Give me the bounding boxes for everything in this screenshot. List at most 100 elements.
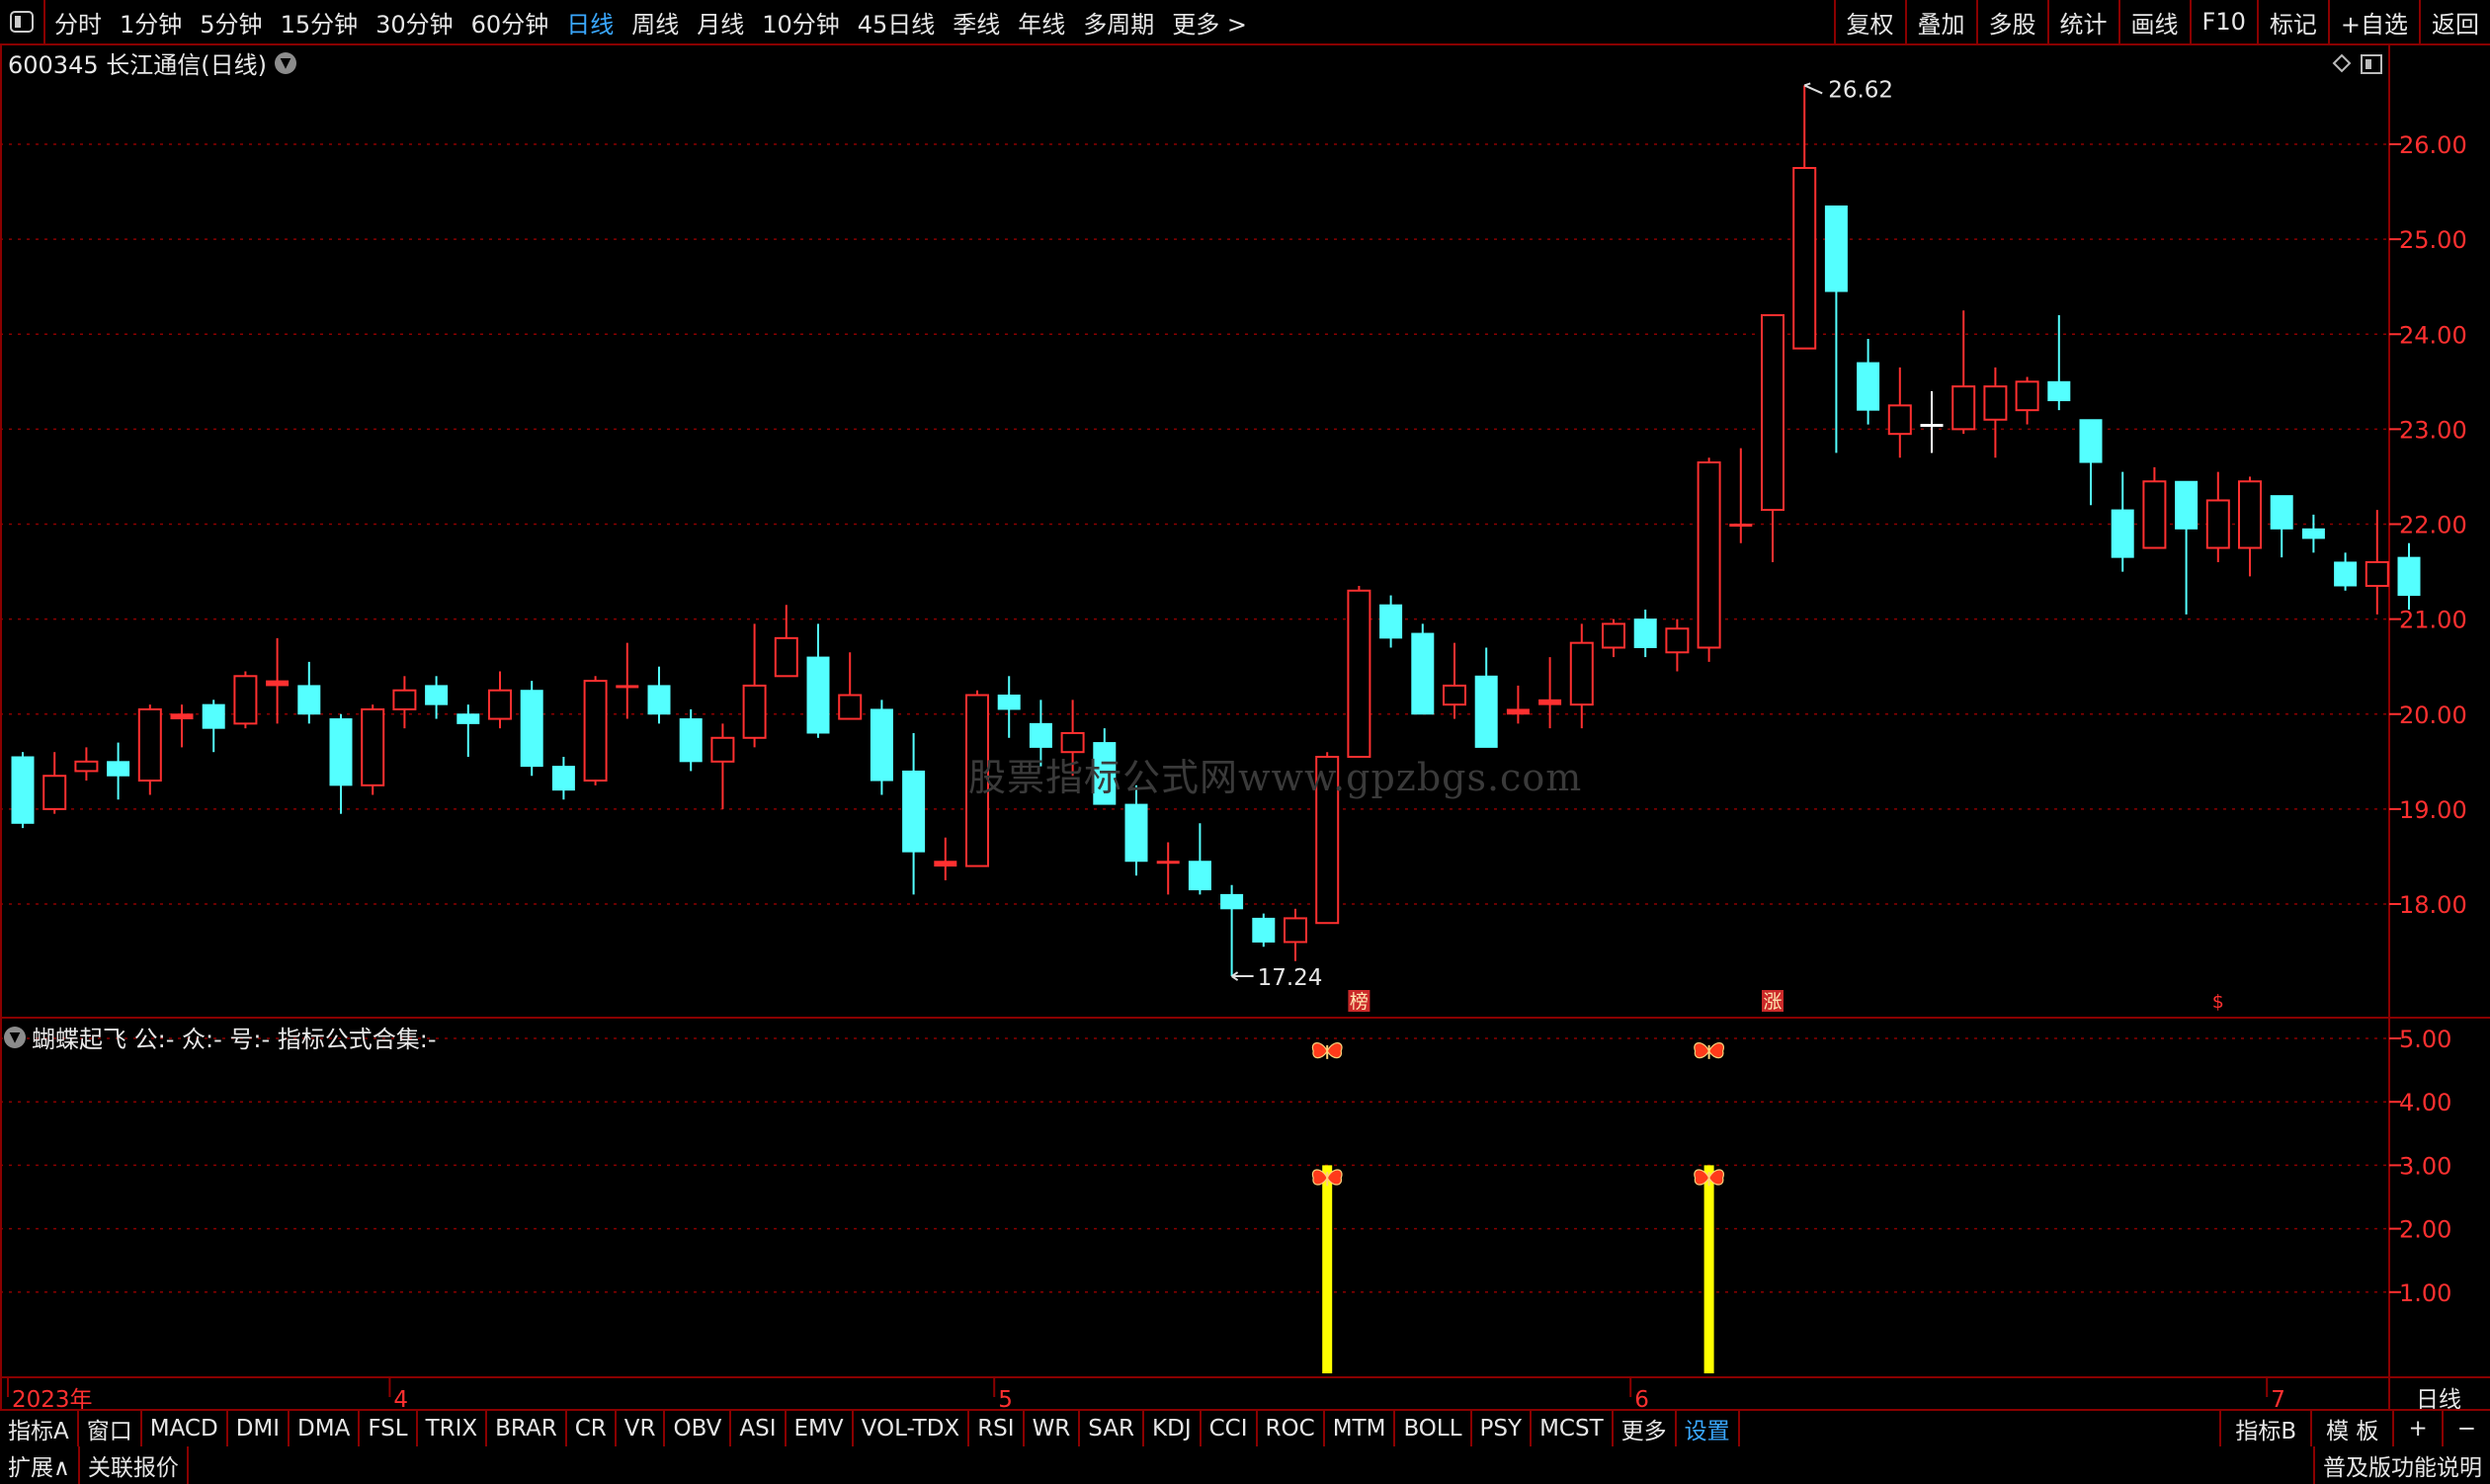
- candle: [679, 708, 703, 772]
- chart-area[interactable]: 26.00 25.00 24.00 23.00 22.00 21.00 20.00 19.00…: [0, 45, 2490, 1409]
- period-tab[interactable]: 更多 >: [1163, 0, 1256, 43]
- candle: [997, 676, 1021, 738]
- indicator-tab[interactable]: DMI: [228, 1411, 290, 1446]
- toolbar-button[interactable]: 多股: [1975, 0, 2047, 43]
- candle: [1347, 585, 1371, 759]
- indicator-tab[interactable]: 更多: [1614, 1411, 1677, 1446]
- butterfly-icon: [1694, 1169, 1724, 1187]
- status-button[interactable]: 扩展∧: [0, 1446, 80, 1484]
- candle-body: [2047, 380, 2071, 402]
- candle: [583, 676, 608, 785]
- candle-body: [679, 718, 703, 763]
- indicator-tab[interactable]: VOL-TDX: [854, 1411, 970, 1446]
- indicator-tab[interactable]: FSL: [360, 1411, 418, 1446]
- candle-body: [1347, 589, 1371, 759]
- period-tab[interactable]: 15分钟: [272, 0, 368, 43]
- toolbar-button[interactable]: F10: [2189, 0, 2257, 43]
- indicator-tab[interactable]: MCST: [1532, 1411, 1614, 1446]
- candle: [1729, 448, 1753, 543]
- indicator-tab[interactable]: PSY: [1472, 1411, 1533, 1446]
- butterfly-icon: [1311, 1041, 1343, 1059]
- event-marker: 榜: [1350, 991, 1369, 1013]
- toolbar-button[interactable]: 标记: [2256, 0, 2328, 43]
- indicator-tab[interactable]: MACD: [142, 1411, 228, 1446]
- period-tab[interactable]: 30分钟: [367, 0, 462, 43]
- indicator-tabs-bar: 指标A 窗口 MACD DMI DMA FSL TRIX BRAR CR VR OBV ASI EMV V…: [0, 1409, 2490, 1448]
- period-tab[interactable]: 1分钟: [111, 0, 191, 43]
- toolbar-button[interactable]: 复权: [1833, 0, 1905, 43]
- indicator-tab[interactable]: KDJ: [1144, 1411, 1202, 1446]
- period-tab[interactable]: 60分钟: [462, 0, 558, 43]
- candle: [1920, 390, 1944, 453]
- indicator-tab[interactable]: BRAR: [487, 1411, 567, 1446]
- toolbar-button[interactable]: 画线: [2117, 0, 2190, 43]
- toolbar-button[interactable]: +自选: [2327, 0, 2419, 43]
- candle: [1252, 913, 1276, 948]
- low-label: 17.24: [1258, 965, 1323, 991]
- y-tick-label: 19.00: [2399, 796, 2467, 824]
- indicator-tab[interactable]: VR: [617, 1411, 666, 1446]
- indicator-tab[interactable]: DMA: [290, 1411, 361, 1446]
- indicator-tab[interactable]: ASI: [731, 1411, 787, 1446]
- candle-body: [42, 775, 67, 810]
- candle-body: [1761, 314, 1784, 512]
- candle: [170, 704, 194, 748]
- period-tab[interactable]: 月线: [688, 0, 753, 43]
- candle-body: [583, 680, 608, 783]
- candle: [488, 671, 512, 729]
- period-tab[interactable]: 45日线: [849, 0, 945, 43]
- period-tab[interactable]: 季线: [944, 0, 1009, 43]
- toolbar-button[interactable]: 叠加: [1904, 0, 1976, 43]
- indicator-tab[interactable]: EMV: [787, 1411, 854, 1446]
- butterfly-wing: [1326, 1041, 1343, 1059]
- indicator-tab[interactable]: 指标A: [0, 1411, 79, 1446]
- indicator-tool-button[interactable]: 指标B: [2219, 1411, 2310, 1446]
- candle-body: [742, 684, 767, 739]
- period-tab[interactable]: 日线: [557, 0, 622, 43]
- period-toolbar: 分时 1分钟 5分钟 15分钟 30分钟 60分钟 日线 周线 月线 10分钟 45日线 季线 年线 多周…: [0, 0, 2490, 45]
- toolbar-right: 复权 叠加 多股 统计 画线 F10 标记 +自选 返回: [1833, 0, 2490, 43]
- indicator-tab[interactable]: TRIX: [418, 1411, 488, 1446]
- candle-body: [1633, 618, 1657, 648]
- help-link[interactable]: 普及版功能说明: [2313, 1446, 2490, 1484]
- candle-body: [488, 689, 512, 720]
- candle-body: [2334, 561, 2358, 587]
- window-icon-inner: [2366, 59, 2371, 69]
- toolbar-button[interactable]: 统计: [2046, 0, 2118, 43]
- sidebar-toggle-icon[interactable]: [0, 0, 43, 43]
- indicator-tab[interactable]: SAR: [1080, 1411, 1145, 1446]
- indicator-tab[interactable]: BOLL: [1395, 1411, 1472, 1446]
- period-tab[interactable]: 周线: [622, 0, 688, 43]
- candle-body: [202, 703, 225, 729]
- indicator-tab[interactable]: WR: [1025, 1411, 1081, 1446]
- period-tab[interactable]: 多周期: [1074, 0, 1163, 43]
- period-tab[interactable]: 5分钟: [191, 0, 271, 43]
- candle-body: [1411, 632, 1435, 715]
- indicator-tab[interactable]: 窗口: [79, 1411, 142, 1446]
- period-tab[interactable]: 年线: [1009, 0, 1074, 43]
- x-tick-label: 5: [998, 1387, 1013, 1409]
- indicator-tab[interactable]: ROC: [1258, 1411, 1325, 1446]
- indicator-tab[interactable]: CCI: [1202, 1411, 1258, 1446]
- indicator-tab[interactable]: MTM: [1325, 1411, 1396, 1446]
- indicator-tab[interactable]: 设置: [1677, 1411, 1740, 1446]
- candle: [2175, 480, 2199, 615]
- candle: [838, 652, 863, 720]
- period-tab[interactable]: 分时: [45, 0, 111, 43]
- candle: [1220, 884, 1244, 977]
- period-tab[interactable]: 10分钟: [753, 0, 849, 43]
- indicator-tool-button[interactable]: −: [2441, 1411, 2490, 1446]
- candle-body: [297, 685, 321, 715]
- indicator-tab[interactable]: CR: [567, 1411, 617, 1446]
- status-button[interactable]: 关联报价: [80, 1446, 189, 1484]
- indicator-tool-button[interactable]: 模 板: [2310, 1411, 2392, 1446]
- indicator-tab[interactable]: OBV: [665, 1411, 732, 1446]
- indicator-tab[interactable]: RSI: [969, 1411, 1025, 1446]
- candle-body: [1569, 641, 1594, 706]
- chevron-down-icon[interactable]: ▼: [4, 1026, 26, 1048]
- toolbar-button[interactable]: 返回: [2419, 0, 2490, 43]
- candle: [137, 704, 162, 795]
- indicator-tool-button[interactable]: +: [2392, 1411, 2441, 1446]
- period-tabs: 分时 1分钟 5分钟 15分钟 30分钟 60分钟 日线 周线 月线 10分钟 45日线 季线 年线 多周…: [45, 0, 1256, 43]
- candle: [647, 666, 671, 724]
